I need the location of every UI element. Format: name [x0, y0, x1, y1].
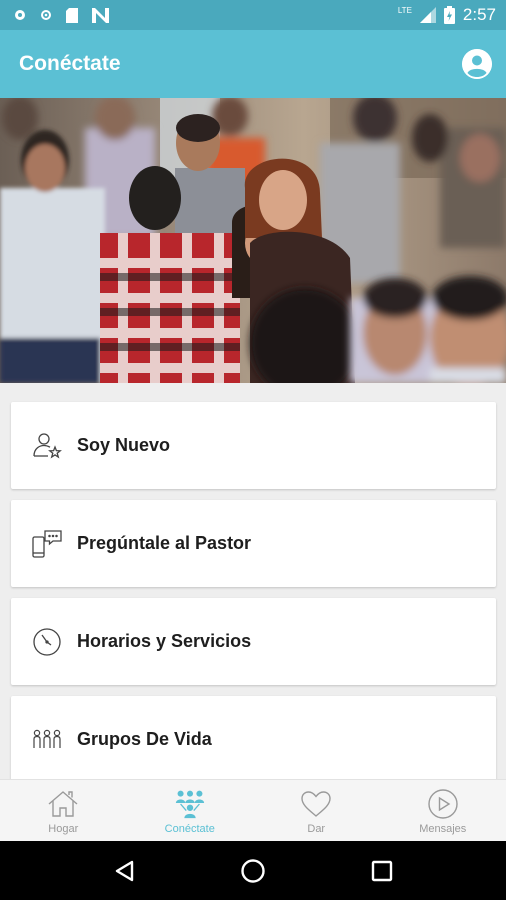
status-notifications	[14, 7, 110, 23]
app-root: LTE 2:57 Conéctate Soy Nuevo Pregúntale …	[0, 0, 506, 900]
menu-item-label: Grupos De Vida	[77, 729, 212, 749]
nav-item-dar[interactable]: Dar	[253, 780, 380, 841]
heart-icon	[300, 788, 332, 820]
clock-icon	[31, 626, 63, 658]
status-system: LTE 2:57	[398, 5, 496, 25]
account-circle-icon	[462, 49, 492, 79]
page-title: Conéctate	[19, 52, 121, 75]
back-icon	[116, 860, 134, 881]
menu-item-preguntale-al-pastor[interactable]: Pregúntale al Pastor	[11, 500, 496, 587]
recents-button[interactable]	[362, 851, 402, 891]
home-icon	[47, 788, 79, 820]
connect-people-icon	[174, 788, 206, 820]
system-nav-bar	[0, 841, 506, 900]
nav-item-conectate[interactable]: Conéctate	[127, 780, 254, 841]
circle-notification-icon	[15, 10, 25, 20]
play-circle-icon	[427, 788, 459, 820]
signal-icon	[419, 7, 436, 23]
menu-item-horarios-y-servicios[interactable]: Horarios y Servicios	[11, 598, 496, 685]
battery-icon	[443, 6, 455, 24]
nav-item-mensajes[interactable]: Mensajes	[380, 780, 506, 841]
home-circle-icon	[241, 858, 265, 883]
nav-label: Hogar	[48, 823, 79, 835]
dot-notification-icon	[41, 10, 51, 20]
phone-chat-icon	[31, 528, 63, 560]
profile-button[interactable]	[462, 49, 492, 79]
menu-item-label: Horarios y Servicios	[77, 631, 252, 651]
sd-card-icon	[66, 7, 78, 23]
new-person-star-icon	[31, 430, 63, 462]
menu-list: Soy Nuevo Pregúntale al Pastor Horarios …	[0, 383, 506, 779]
home-system-button[interactable]	[233, 851, 273, 891]
menu-item-label: Pregúntale al Pastor	[77, 533, 252, 553]
hero-photo	[0, 98, 506, 383]
people-group-icon	[31, 724, 63, 756]
back-button[interactable]	[104, 851, 144, 891]
nav-label: Conéctate	[164, 823, 215, 835]
hero-image	[0, 98, 506, 383]
menu-item-label: Soy Nuevo	[77, 435, 171, 455]
app-bar: Conéctate	[0, 30, 506, 98]
recents-square-icon	[371, 860, 392, 881]
nav-label: Dar	[307, 823, 326, 835]
nav-item-hogar[interactable]: Hogar	[0, 780, 127, 841]
status-bar: LTE 2:57	[0, 0, 506, 30]
n-app-icon	[92, 7, 109, 23]
nav-label: Mensajes	[419, 823, 467, 835]
bottom-nav: Hogar Conéctate Dar Mensajes	[0, 779, 506, 841]
network-label: LTE	[397, 5, 412, 15]
menu-item-soy-nuevo[interactable]: Soy Nuevo	[11, 402, 496, 489]
status-time: 2:57	[462, 5, 496, 24]
menu-item-grupos-de-vida[interactable]: Grupos De Vida	[11, 696, 496, 779]
